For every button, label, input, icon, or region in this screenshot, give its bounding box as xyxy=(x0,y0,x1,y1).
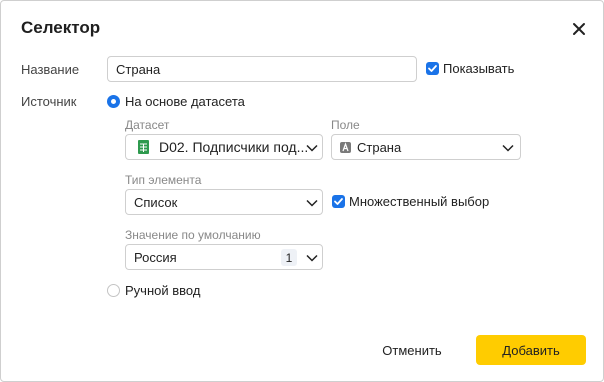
name-input[interactable]: Страна xyxy=(107,56,417,82)
text-type-icon xyxy=(340,141,351,153)
multiple-select-label: Множественный выбор xyxy=(349,194,490,209)
field-value: Страна xyxy=(357,139,402,155)
show-checkbox-label: Показывать xyxy=(443,61,515,76)
radio-dataset-label: На основе датасета xyxy=(125,94,245,109)
default-value: Россия xyxy=(134,249,177,265)
chevron-down-icon xyxy=(306,199,318,207)
name-label: Название xyxy=(21,62,80,77)
check-icon xyxy=(334,198,343,205)
chevron-down-icon xyxy=(306,254,318,262)
show-checkbox[interactable] xyxy=(426,62,439,75)
field-label: Поле xyxy=(331,118,360,132)
dataset-select[interactable]: D02. Подписчики под... xyxy=(125,134,323,160)
default-value-label: Значение по умолчанию xyxy=(125,228,261,242)
default-value-select[interactable]: Россия 1 xyxy=(125,244,323,270)
add-button[interactable]: Добавить xyxy=(476,335,586,365)
dataset-label: Датасет xyxy=(125,118,170,132)
check-icon xyxy=(428,65,437,72)
cancel-button[interactable]: Отменить xyxy=(371,335,453,365)
spreadsheet-icon xyxy=(138,140,149,154)
field-select[interactable]: Страна xyxy=(331,134,521,160)
close-icon[interactable] xyxy=(569,19,589,39)
radio-manual[interactable] xyxy=(107,284,120,297)
multiple-select-checkbox[interactable] xyxy=(332,195,345,208)
chevron-down-icon xyxy=(502,144,514,152)
dataset-value: D02. Подписчики под... xyxy=(159,139,309,155)
element-type-select[interactable]: Список xyxy=(125,189,323,215)
selector-dialog: Селектор Название Страна Показывать Исто… xyxy=(0,0,604,382)
chevron-down-icon xyxy=(306,144,318,152)
selected-count-badge: 1 xyxy=(281,249,297,266)
source-label: Источник xyxy=(21,94,77,109)
radio-dataset[interactable] xyxy=(107,95,120,108)
radio-dataset-dot xyxy=(111,99,116,104)
dialog-title: Селектор xyxy=(21,18,101,37)
radio-manual-label: Ручной ввод xyxy=(125,283,201,298)
element-type-label: Тип элемента xyxy=(125,173,202,187)
name-input-value: Страна xyxy=(116,61,161,77)
element-type-value: Список xyxy=(134,194,178,210)
